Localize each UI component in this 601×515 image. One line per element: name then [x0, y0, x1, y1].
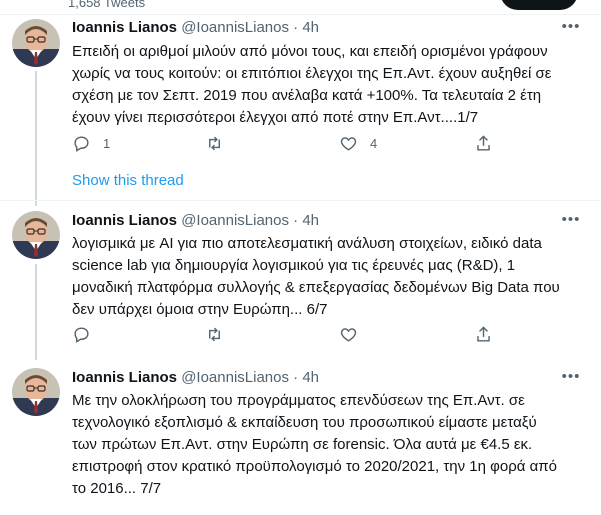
avatar[interactable] [12, 19, 60, 67]
author-name[interactable]: Ioannis Lianos [72, 19, 177, 36]
avatar[interactable] [12, 211, 60, 259]
author-handle[interactable]: @IoannisLianos [181, 19, 289, 36]
reply-button[interactable] [72, 324, 103, 344]
tweet-header: Ioannis Lianos @IoannisLianos · 4h [72, 18, 319, 38]
like-count: 4 [370, 135, 378, 151]
tweet-text: Επειδή οι αριθμοί μιλούν από μόνοι τους,… [72, 43, 552, 126]
tweet-actions: 1 4 [72, 133, 532, 153]
reply-icon [74, 326, 89, 343]
timestamp[interactable]: 4h [302, 19, 319, 36]
like-button[interactable]: 4 [339, 133, 377, 153]
avatar-image [12, 211, 60, 259]
avatar-image [12, 368, 60, 416]
share-button[interactable] [474, 133, 493, 153]
tweet-header: Ioannis Lianos @IoannisLianos · 4h [72, 368, 319, 388]
retweet-button[interactable] [205, 133, 236, 153]
timeline: 1,658 Tweets Ioannis Lianos @IoannisLian… [0, 0, 601, 515]
share-button[interactable] [474, 324, 493, 344]
tweet-1[interactable]: Ioannis Lianos @IoannisLianos · 4h ••• Ε… [0, 0, 601, 206]
avatar-image [12, 19, 60, 67]
retweet-icon [209, 136, 220, 150]
tweet-3[interactable]: Ioannis Lianos @IoannisLianos · 4h ••• Μ… [0, 360, 601, 515]
tweet-actions [72, 324, 532, 344]
tweet-text: Με την ολοκλήρωση του προγράμματος επενδ… [72, 392, 557, 497]
tweet-header: Ioannis Lianos @IoannisLianos · 4h [72, 211, 319, 231]
retweet-icon [209, 327, 220, 341]
retweet-button[interactable] [205, 324, 236, 344]
more-icon[interactable]: ••• [560, 369, 582, 390]
avatar[interactable] [12, 368, 60, 416]
reply-button[interactable]: 1 [72, 133, 110, 153]
more-icon[interactable]: ••• [560, 212, 582, 233]
reply-count: 1 [103, 135, 111, 151]
heart-icon [340, 136, 357, 151]
tweet-text: λογισμικά με AI για πιο αποτελεσματική α… [72, 235, 560, 318]
show-thread-link[interactable]: Show this thread [72, 172, 184, 189]
separator-dot: · [293, 369, 299, 386]
author-handle[interactable]: @IoannisLianos [181, 369, 289, 386]
separator-dot: · [293, 212, 299, 229]
share-icon [477, 325, 490, 342]
author-name[interactable]: Ioannis Lianos [72, 369, 177, 386]
more-icon[interactable]: ••• [560, 19, 582, 40]
author-name[interactable]: Ioannis Lianos [72, 212, 177, 229]
author-handle[interactable]: @IoannisLianos [181, 212, 289, 229]
reply-icon [74, 135, 89, 152]
tweet-2[interactable]: Ioannis Lianos @IoannisLianos · 4h ••• λ… [0, 201, 601, 360]
share-icon [477, 134, 490, 151]
heart-icon [340, 327, 357, 342]
timestamp[interactable]: 4h [302, 212, 319, 229]
thread-connector [35, 264, 37, 360]
like-button[interactable] [339, 324, 370, 344]
separator-dot: · [293, 19, 299, 36]
timestamp[interactable]: 4h [302, 369, 319, 386]
thread-connector [35, 71, 37, 206]
